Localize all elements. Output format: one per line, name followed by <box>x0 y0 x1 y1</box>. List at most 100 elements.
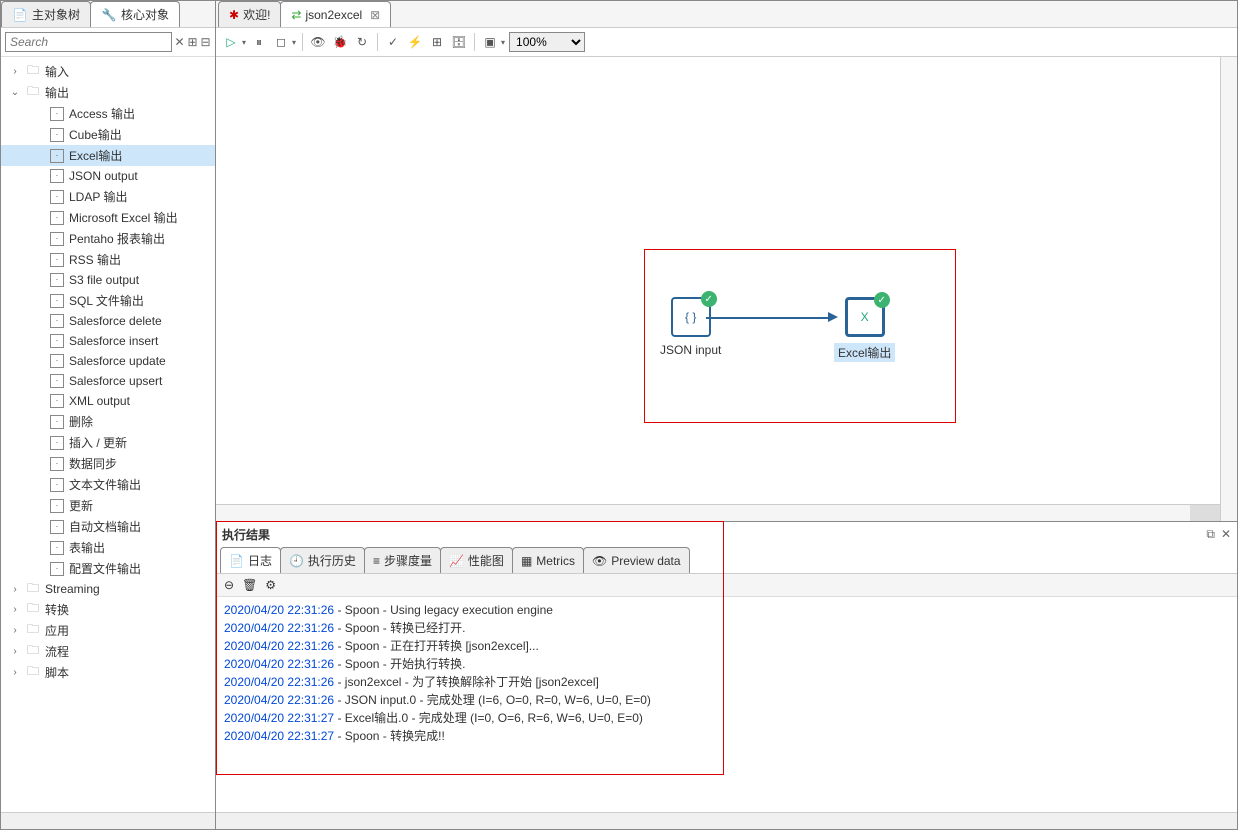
impact-icon[interactable]: ⚡ <box>406 33 424 51</box>
tree-group-input[interactable]: › 🗀 输入 <box>1 61 215 82</box>
node-excel-output[interactable]: X ✓ Excel输出 <box>834 297 895 362</box>
tree-item[interactable]: ·SQL 文件输出 <box>1 290 215 311</box>
results-tab-metrics[interactable]: ▦Metrics <box>512 547 584 573</box>
separator <box>302 33 303 51</box>
tree-item[interactable]: ·RSS 输出 <box>1 249 215 270</box>
tab-json2excel[interactable]: ⇄ json2excel ⊠ <box>280 1 391 27</box>
caret-right-icon: › <box>9 667 21 678</box>
popout-icon[interactable]: ⧉ <box>1206 527 1215 542</box>
tree-label: Cube输出 <box>69 126 122 143</box>
transformation-canvas[interactable]: { } ✓ JSON input X ✓ Excel输出 <box>216 57 1220 504</box>
tree-item[interactable]: ·S3 file output <box>1 270 215 290</box>
search-input[interactable] <box>5 32 172 52</box>
results-dropdown-icon[interactable]: ▾ <box>501 38 505 47</box>
horizontal-scrollbar[interactable] <box>216 504 1220 521</box>
tree-item[interactable]: ·Microsoft Excel 输出 <box>1 207 215 228</box>
tree-item[interactable]: · XML output <box>1 391 215 411</box>
tree-item[interactable]: ·文本文件输出 <box>1 474 215 495</box>
tree-item[interactable]: ·数据同步 <box>1 453 215 474</box>
hop-arrow[interactable] <box>706 317 828 319</box>
tree-item[interactable]: ·Excel输出 <box>1 145 215 166</box>
log-icon: 📄 <box>229 554 244 568</box>
object-tree[interactable]: › 🗀 输入 ⌄ 🗀 输出 ·Access 输出·Cube输出·Excel输出·… <box>1 57 215 812</box>
log-line: 2020/04/20 22:31:26 - Spoon - 转换已经打开. <box>224 619 1229 637</box>
close-icon[interactable]: ✕ <box>1221 527 1231 542</box>
preview-icon[interactable]: 👁 <box>309 33 327 51</box>
results-tab-history[interactable]: 🕘执行历史 <box>280 547 365 573</box>
log-output[interactable]: 2020/04/20 22:31:26 - Spoon - Using lega… <box>216 597 1237 812</box>
tree-group[interactable]: ›🗀Streaming <box>1 579 215 599</box>
results-tab-perf[interactable]: 📈性能图 <box>440 547 513 573</box>
sidebar-tab-main-tree[interactable]: 📄 主对象树 <box>1 1 91 27</box>
run-dropdown-icon[interactable]: ▾ <box>242 38 246 47</box>
step-icon: · <box>49 540 65 556</box>
tree-item[interactable]: ·更新 <box>1 495 215 516</box>
stop-dropdown-icon[interactable]: ▾ <box>292 38 296 47</box>
log-line: 2020/04/20 22:31:26 - Spoon - Using lega… <box>224 601 1229 619</box>
tree-item[interactable]: ·Access 输出 <box>1 103 215 124</box>
tree-item[interactable]: ·Salesforce insert <box>1 331 215 351</box>
settings-icon[interactable]: ⚙ <box>265 578 276 592</box>
tree-group[interactable]: ›🗀脚本 <box>1 662 215 683</box>
tree-item[interactable]: ·Pentaho 报表输出 <box>1 228 215 249</box>
sidebar-tab-core-objects[interactable]: 🔧 核心对象 <box>90 1 180 27</box>
tree-item[interactable]: ·插入 / 更新 <box>1 432 215 453</box>
sql-icon[interactable]: ⊞ <box>428 33 446 51</box>
expand-tree-icon[interactable]: ⊞ <box>187 32 198 52</box>
tree-label: Salesforce upsert <box>69 374 162 388</box>
tree-label: 脚本 <box>45 664 69 681</box>
debug-icon[interactable]: 🐞 <box>331 33 349 51</box>
collapse-tree-icon[interactable]: ⊟ <box>200 32 211 52</box>
results-tab-step-metrics[interactable]: ≡步骤度量 <box>364 547 441 573</box>
log-timestamp: 2020/04/20 22:31:26 <box>224 675 334 689</box>
tree-item[interactable]: ·Salesforce upsert <box>1 371 215 391</box>
vertical-scrollbar[interactable] <box>1220 57 1237 521</box>
step-icon: · <box>49 414 65 430</box>
explore-db-icon[interactable]: 🗄 <box>450 33 468 51</box>
clear-log-icon[interactable]: ⊖ <box>224 578 234 592</box>
verify-icon[interactable]: ✓ <box>384 33 402 51</box>
tree-label: Streaming <box>45 582 100 596</box>
log-message: - json2excel - 为了转换解除补丁开始 [json2excel] <box>334 675 599 689</box>
tree-item[interactable]: ·表输出 <box>1 537 215 558</box>
editor-tabs: ✱ 欢迎! ⇄ json2excel ⊠ <box>216 1 1237 28</box>
zoom-select[interactable]: 100% <box>509 32 585 52</box>
clear-search-icon[interactable]: ✕ <box>174 32 185 52</box>
pause-icon[interactable]: ⏸ <box>250 33 268 51</box>
tree-group[interactable]: ›🗀转换 <box>1 599 215 620</box>
results-tab-log[interactable]: 📄日志 <box>220 547 281 573</box>
tree-label: Microsoft Excel 输出 <box>69 209 178 226</box>
tree-item[interactable]: ·JSON output <box>1 166 215 186</box>
tree-item[interactable]: ·Salesforce delete <box>1 311 215 331</box>
tree-group[interactable]: ›🗀流程 <box>1 641 215 662</box>
step-icon: · <box>49 393 65 409</box>
tree-item[interactable]: ·自动文档输出 <box>1 516 215 537</box>
show-results-icon[interactable]: ▣ <box>481 33 499 51</box>
tab-label: 性能图 <box>468 552 504 569</box>
tree-item[interactable]: ·删除 <box>1 411 215 432</box>
run-icon[interactable]: ▷ <box>222 33 240 51</box>
tree-group-output[interactable]: ⌄ 🗀 输出 <box>1 82 215 103</box>
results-tab-preview[interactable]: 👁Preview data <box>583 547 690 573</box>
node-json-input[interactable]: { } ✓ JSON input <box>660 297 721 357</box>
tree-label: XML output <box>69 394 130 408</box>
stop-icon[interactable]: ◻ <box>272 33 290 51</box>
sidebar-scrollbar[interactable] <box>1 812 215 829</box>
close-icon[interactable]: ⊠ <box>370 8 380 22</box>
step-icon: · <box>49 561 65 577</box>
transform-icon: ⇄ <box>291 8 301 22</box>
tree-item[interactable]: ·LDAP 输出 <box>1 186 215 207</box>
caret-right-icon: › <box>9 625 21 636</box>
log-timestamp: 2020/04/20 22:31:27 <box>224 729 334 743</box>
replay-icon[interactable]: ↻ <box>353 33 371 51</box>
tab-welcome[interactable]: ✱ 欢迎! <box>218 1 281 27</box>
tree-group[interactable]: ›🗀应用 <box>1 620 215 641</box>
log-timestamp: 2020/04/20 22:31:26 <box>224 603 334 617</box>
log-line: 2020/04/20 22:31:27 - Spoon - 转换完成!! <box>224 727 1229 745</box>
tree-item[interactable]: ·配置文件输出 <box>1 558 215 579</box>
tree-label: Salesforce insert <box>69 334 158 348</box>
delete-icon[interactable]: 🗑 <box>242 578 257 592</box>
tree-item[interactable]: ·Salesforce update <box>1 351 215 371</box>
tree-item[interactable]: ·Cube输出 <box>1 124 215 145</box>
results-scrollbar[interactable] <box>216 812 1237 829</box>
